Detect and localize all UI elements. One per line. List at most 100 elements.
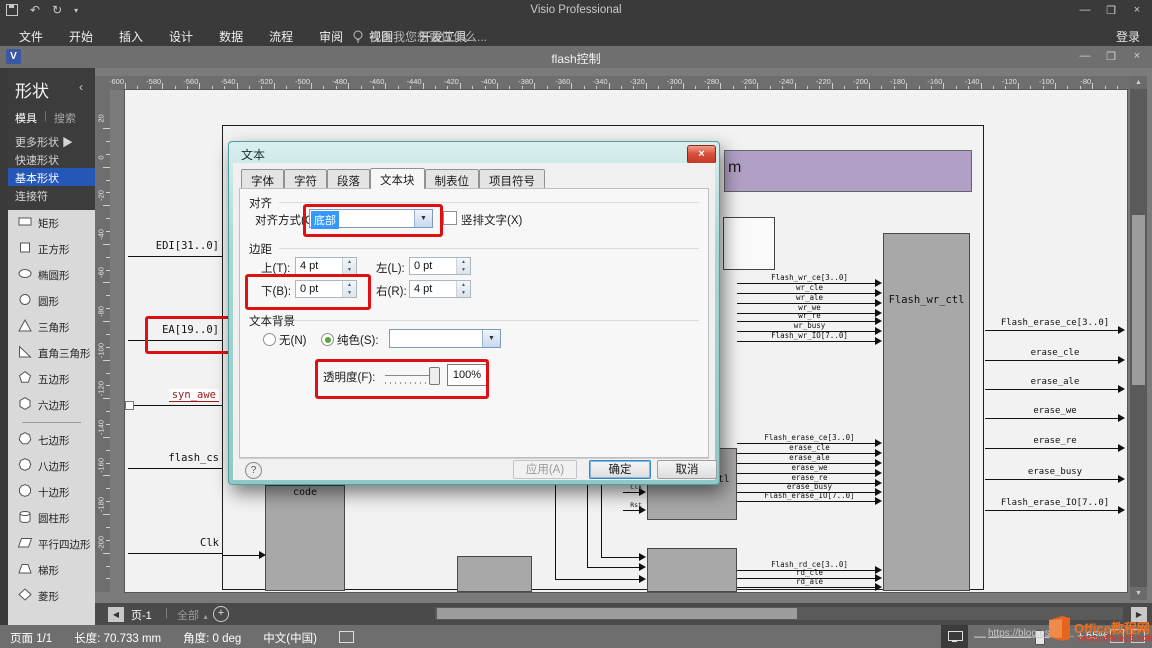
- spinner-arrows-icon[interactable]: ▲▼: [342, 258, 356, 274]
- shape-item-正方形[interactable]: 正方形: [8, 236, 95, 262]
- ribbon-tab-row: 文件开始插入设计数据流程审阅视图开发工具 告诉我您想要做什么... 登录: [0, 24, 1152, 46]
- window-title: Visio Professional: [0, 4, 1152, 16]
- help-icon[interactable]: ?: [245, 462, 262, 479]
- ribbon-tab-设计[interactable]: 设计: [156, 24, 206, 46]
- shapes-link-基本形状[interactable]: 基本形状: [8, 168, 95, 186]
- shape-item-梯形[interactable]: 梯形: [8, 557, 95, 583]
- scroll-down-icon[interactable]: ▼: [1130, 587, 1147, 600]
- shape-item-五边形[interactable]: 五边形: [8, 366, 95, 392]
- dialog-tab-字符[interactable]: 字符: [284, 169, 327, 188]
- tell-me-box[interactable]: 告诉我您想要做什么...: [352, 28, 487, 45]
- ribbon-tab-流程[interactable]: 流程: [256, 24, 306, 46]
- panel-tab-divider: |: [44, 110, 47, 126]
- block-read-ctl[interactable]: [647, 548, 737, 592]
- page-prev-icon[interactable]: ◀: [108, 607, 124, 622]
- block-code[interactable]: [265, 485, 345, 591]
- ruler-tick: [981, 83, 982, 90]
- doc-maximize-icon[interactable]: ❒: [1100, 50, 1122, 63]
- dialog-body: 字体字符段落文本块制表位项目符号 对齐 对齐方式(G): 底部 ▼ 竖排文字(X…: [233, 163, 715, 480]
- margin-left-spinner[interactable]: 0 pt ▲▼: [409, 257, 471, 275]
- selection-handle[interactable]: [125, 401, 134, 410]
- shape-item-圆形[interactable]: 圆形: [8, 288, 95, 314]
- signal-label-syn_awe[interactable]: syn_awe: [149, 389, 219, 401]
- shape-item-八边形[interactable]: 八边形: [8, 453, 95, 479]
- shape-item-十边形[interactable]: 十边形: [8, 479, 95, 505]
- shapes-link-快速形状[interactable]: 快速形状: [8, 150, 95, 168]
- ruler-label: -20: [97, 184, 106, 208]
- dialog-tab-字体[interactable]: 字体: [241, 169, 284, 188]
- block-flash-wr-ctl[interactable]: [883, 233, 970, 591]
- ribbon-tab-开始[interactable]: 开始: [56, 24, 106, 46]
- shapes-link-更多形状[interactable]: 更多形状 ▶: [8, 132, 95, 150]
- page-tab-all[interactable]: 全部 ▲: [177, 607, 209, 623]
- dialog-tab-段落[interactable]: 段落: [327, 169, 370, 188]
- spinner-arrows-icon[interactable]: ▲▼: [456, 281, 470, 297]
- zoom-out-icon[interactable]: —: [974, 629, 986, 643]
- add-page-icon[interactable]: +: [213, 606, 229, 622]
- page-tab-page1[interactable]: 页-1: [131, 607, 152, 623]
- shape-label: 梯形: [38, 563, 59, 578]
- shape-item-三角形[interactable]: 三角形: [8, 314, 95, 340]
- status-language[interactable]: 中文(中国): [263, 630, 317, 646]
- horizontal-scrollbar-thumb[interactable]: [437, 608, 797, 619]
- vertical-text-checkbox[interactable]: [443, 211, 457, 225]
- margin-right-spinner[interactable]: 4 pt ▲▼: [409, 280, 471, 298]
- apply-button[interactable]: 应用(A): [513, 460, 577, 479]
- background-solid-radio[interactable]: [321, 333, 334, 346]
- ruler-label: -540: [214, 77, 236, 86]
- dialog-tab-文本块[interactable]: 文本块: [370, 168, 425, 189]
- panel-tab-搜索[interactable]: 搜索: [54, 110, 76, 126]
- background-none-radio[interactable]: [263, 333, 276, 346]
- ruler-label: -560: [176, 77, 198, 86]
- shape-item-圆柱形[interactable]: 圆柱形: [8, 505, 95, 531]
- ruler-label: -100: [97, 338, 106, 362]
- sign-in-button[interactable]: 登录: [1116, 28, 1140, 45]
- dialog-tab-制表位[interactable]: 制表位: [425, 169, 480, 188]
- signal-line: [623, 492, 640, 493]
- restore-icon[interactable]: ❒: [1100, 4, 1122, 17]
- block-bottom[interactable]: [457, 556, 532, 592]
- shape-item-椭圆形[interactable]: 椭圆形: [8, 262, 95, 288]
- horizontal-scrollbar[interactable]: [435, 607, 1123, 620]
- margin-top-spinner[interactable]: 4 pt ▲▼: [295, 257, 357, 275]
- minimize-icon[interactable]: —: [1074, 4, 1096, 17]
- shape-item-七边形[interactable]: 七边形: [8, 427, 95, 453]
- dialog-close-icon[interactable]: ×: [687, 145, 716, 164]
- panel-tab-模具[interactable]: 模具: [15, 110, 37, 126]
- signal-line: [128, 256, 222, 257]
- shape-item-平行四边形[interactable]: 平行四边形: [8, 531, 95, 557]
- chevron-down-icon[interactable]: ▼: [482, 330, 500, 347]
- signal-label-wr_re: wr_re: [737, 311, 882, 320]
- spinner-arrows-icon[interactable]: ▲▼: [456, 258, 470, 274]
- status-page-count[interactable]: 页面 1/1: [10, 630, 52, 646]
- dialog-tab-项目符号[interactable]: 项目符号: [479, 169, 545, 188]
- ruler-label: -140: [958, 77, 980, 86]
- ribbon-tab-审阅[interactable]: 审阅: [306, 24, 356, 46]
- doc-close-icon[interactable]: ×: [1126, 50, 1148, 63]
- ribbon-tab-插入[interactable]: 插入: [106, 24, 156, 46]
- solid-color-combobox[interactable]: ▼: [389, 329, 501, 348]
- ok-button[interactable]: 确定: [589, 460, 651, 479]
- document-title-bar: V flash控制 — ❒ ×: [0, 46, 1152, 68]
- ruler-tick-minor: [106, 540, 110, 541]
- doc-minimize-icon[interactable]: —: [1074, 50, 1096, 63]
- shape-item-直角三角形[interactable]: 直角三角形: [8, 340, 95, 366]
- ruler-tick: [274, 83, 275, 90]
- shape-item-矩形[interactable]: 矩形: [8, 210, 95, 236]
- annotation-transparency: [315, 359, 489, 399]
- ribbon-tab-数据[interactable]: 数据: [206, 24, 256, 46]
- shape-item-六边形[interactable]: 六边形: [8, 392, 95, 418]
- vertical-scrollbar[interactable]: ▲ ▼: [1130, 76, 1147, 600]
- collapse-panel-icon[interactable]: ‹: [79, 80, 83, 94]
- signal-label-erase_cle: erase_cle: [985, 348, 1125, 358]
- trapezoid-icon: [17, 561, 33, 579]
- close-icon[interactable]: ×: [1126, 4, 1148, 17]
- shapes-link-连接符[interactable]: 连接符: [8, 186, 95, 204]
- presentation-mode-button[interactable]: [941, 625, 968, 648]
- cancel-button[interactable]: 取消: [657, 460, 717, 479]
- ribbon-tab-文件[interactable]: 文件: [6, 24, 56, 46]
- shape-item-菱形[interactable]: 菱形: [8, 583, 95, 609]
- ruler-tick: [497, 83, 498, 90]
- scroll-up-icon[interactable]: ▲: [1130, 76, 1147, 89]
- vertical-scrollbar-thumb[interactable]: [1132, 215, 1145, 385]
